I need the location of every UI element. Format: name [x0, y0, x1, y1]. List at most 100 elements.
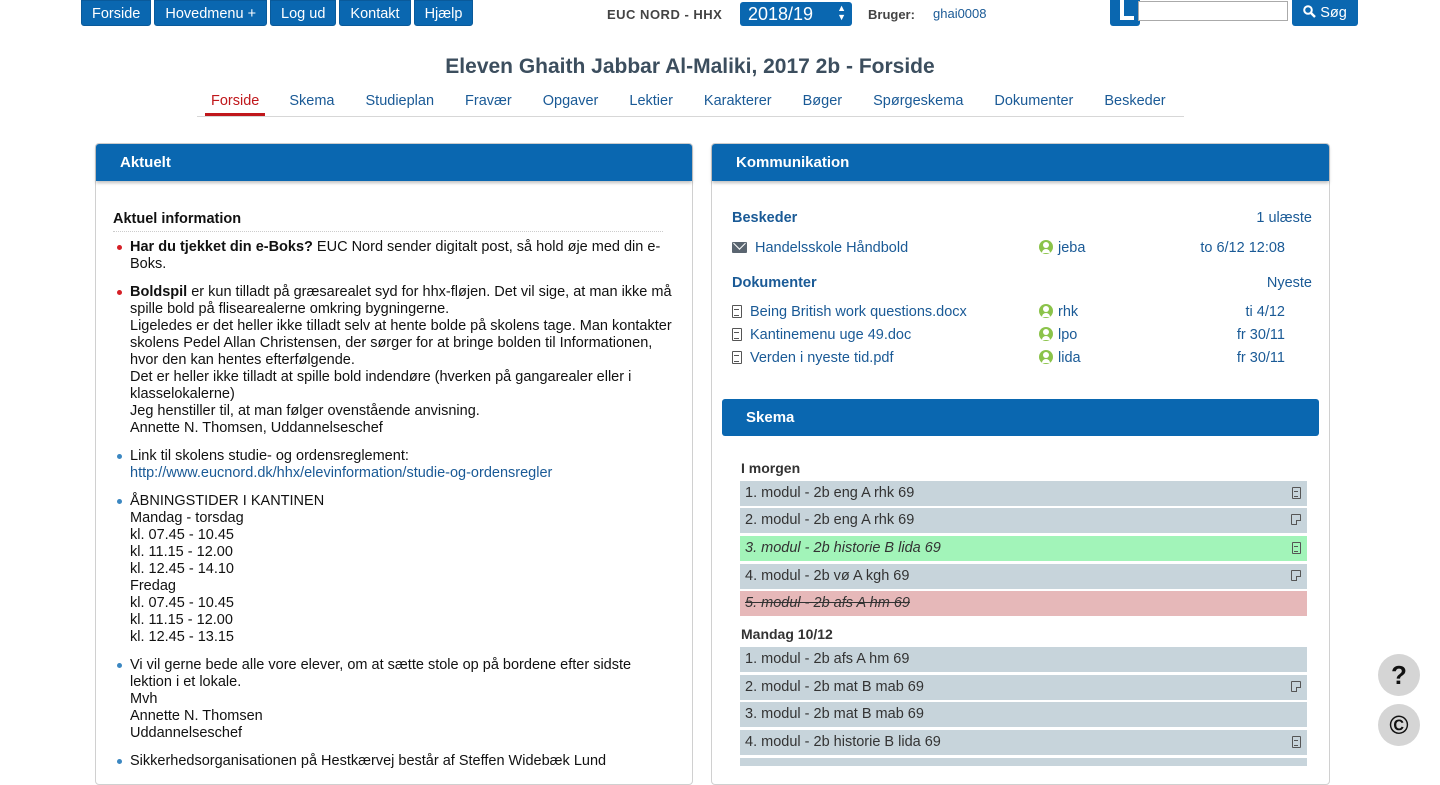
document-user: lida — [1039, 350, 1081, 366]
search-button-label: Søg — [1320, 5, 1347, 21]
aktuel-information-title: Aktuel information — [113, 211, 663, 232]
nav-hjaelp-button[interactable]: Hjælp — [413, 0, 474, 26]
tab-dokumenter[interactable]: Dokumenter — [994, 90, 1073, 116]
document-user-link[interactable]: rhk — [1058, 304, 1078, 320]
top-navigation: Forside Hovedmenu + Log ud Kontakt Hjælp — [81, 0, 474, 26]
user-label: Bruger: — [868, 7, 915, 22]
document-row: Verden i nyeste tid.pdf — [732, 350, 894, 366]
module-label: 4. modul - 2b vø A kgh 69 — [745, 568, 910, 584]
tab-karakterer[interactable]: Karakterer — [704, 90, 772, 116]
schedule-module[interactable]: 2. modul - 2b eng A rhk 69 — [740, 508, 1307, 533]
document-user-link[interactable]: lida — [1058, 350, 1081, 366]
newest-sort-link[interactable]: Nyeste — [1200, 275, 1312, 291]
person-icon — [1039, 304, 1053, 318]
search-input[interactable] — [1138, 1, 1288, 21]
module-label: 1. modul - 2b eng A rhk 69 — [745, 485, 915, 501]
tab-beskeder[interactable]: Beskeder — [1104, 90, 1165, 116]
tab-opgaver[interactable]: Opgaver — [543, 90, 599, 116]
tab-fravaer[interactable]: Fravær — [465, 90, 512, 116]
school-year-value: 2018/19 — [748, 4, 814, 24]
news-text: Ligeledes er det heller ikke tilladt sel… — [130, 318, 672, 368]
news-text: Annette N. Thomsen — [130, 708, 263, 724]
message-user-link[interactable]: jeba — [1058, 240, 1085, 256]
skema-header: Skema — [722, 399, 1319, 436]
unread-count-link[interactable]: 1 ulæste — [1200, 210, 1312, 226]
tab-lektier[interactable]: Lektier — [629, 90, 673, 116]
document-date: ti 4/12 — [1245, 304, 1286, 320]
school-year-select[interactable]: 2018/19 ▲ ▼ — [740, 2, 852, 26]
ordensreglement-link[interactable]: http://www.eucnord.dk/hhx/elevinformatio… — [130, 465, 552, 481]
bullet-icon — [117, 663, 122, 668]
tab-skema[interactable]: Skema — [289, 90, 334, 116]
news-item-kantine: ÅBNINGSTIDER I KANTINEN Mandag - torsdag… — [113, 493, 673, 646]
nav-forside-button[interactable]: Forside — [81, 0, 152, 26]
schedule-module-cancelled[interactable]: 5. modul - 2b afs A hm 69 — [740, 591, 1307, 616]
tab-boeger[interactable]: Bøger — [803, 90, 843, 116]
schedule-module[interactable]: 2. modul - 2b mat B mab 69 — [740, 675, 1307, 700]
magnifier-icon — [1303, 5, 1317, 18]
message-title-link[interactable]: Handelsskole Håndbold — [755, 240, 908, 256]
document-icon[interactable] — [1292, 487, 1301, 499]
document-link[interactable]: Verden i nyeste tid.pdf — [750, 350, 894, 366]
bullet-icon — [117, 245, 122, 250]
document-icon[interactable] — [1292, 542, 1301, 554]
module-label: 2. modul - 2b mat B mab 69 — [745, 679, 924, 695]
news-text: Fredag — [130, 578, 176, 594]
day-heading: Mandag 10/12 — [741, 626, 833, 642]
news-text: Annette N. Thomsen, Uddannelseschef — [130, 420, 383, 436]
note-icon[interactable] — [1291, 681, 1301, 692]
nav-hovedmenu-button[interactable]: Hovedmenu + — [154, 0, 268, 26]
search-button[interactable]: Søg — [1292, 0, 1358, 26]
note-icon[interactable] — [1291, 570, 1301, 581]
document-date: fr 30/11 — [1236, 350, 1285, 366]
note-icon[interactable] — [1291, 514, 1301, 525]
document-date: fr 30/11 — [1236, 327, 1285, 343]
schedule-module[interactable]: 3. modul - 2b mat B mab 69 — [740, 702, 1307, 727]
tab-forside[interactable]: Forside — [205, 90, 266, 116]
nav-kontakt-button[interactable]: Kontakt — [339, 0, 411, 26]
username-link[interactable]: ghai0008 — [933, 6, 987, 21]
message-date: to 6/12 12:08 — [1200, 240, 1285, 256]
news-text: Jeg henstiller til, at man følger ovenst… — [130, 403, 480, 419]
news-item-eboks: Har du tjekket din e-Boks? EUC Nord send… — [113, 239, 673, 273]
document-link[interactable]: Kantinemenu uge 49.doc — [750, 327, 911, 343]
news-text: Sikkerhedsorganisationen på Hestkærvej b… — [130, 753, 607, 769]
lectio-logo-icon[interactable] — [1110, 0, 1140, 26]
aktuelt-panel: Aktuelt Aktuel information Har du tjekke… — [95, 143, 693, 785]
document-user-link[interactable]: lpo — [1058, 327, 1077, 343]
news-text: Link til skolens studie- og ordensreglem… — [130, 448, 409, 464]
schedule-module-partial[interactable] — [740, 758, 1307, 766]
tab-studieplan[interactable]: Studieplan — [366, 90, 435, 116]
module-label: 3. modul - 2b historie B lida 69 — [745, 540, 941, 556]
schedule-module[interactable]: 1. modul - 2b eng A rhk 69 — [740, 481, 1307, 506]
news-list: Har du tjekket din e-Boks? EUC Nord send… — [113, 239, 673, 781]
schedule-module[interactable]: 1. modul - 2b afs A hm 69 — [740, 647, 1307, 672]
news-bold: Boldspil — [130, 284, 188, 300]
day-heading: I morgen — [741, 460, 801, 476]
copyright-button[interactable]: © — [1378, 704, 1420, 746]
news-text: kl. 12.45 - 13.15 — [130, 629, 234, 645]
schedule-module-changed[interactable]: 3. modul - 2b historie B lida 69 — [740, 536, 1307, 561]
news-text: kl. 11.15 - 12.00 — [130, 612, 233, 628]
beskeder-heading-link[interactable]: Beskeder — [732, 210, 797, 226]
dokumenter-heading-link[interactable]: Dokumenter — [732, 275, 817, 291]
bullet-icon — [117, 454, 122, 459]
news-text: er kun tilladt på græsarealet syd for hh… — [130, 284, 672, 317]
help-button[interactable]: ? — [1378, 654, 1420, 696]
person-icon — [1039, 350, 1053, 364]
schedule-module[interactable]: 4. modul - 2b vø A kgh 69 — [740, 564, 1307, 589]
page-title: Eleven Ghaith Jabbar Al-Maliki, 2017 2b … — [445, 55, 935, 78]
module-label: 4. modul - 2b historie B lida 69 — [745, 734, 941, 750]
news-text: Mandag - torsdag — [130, 510, 244, 526]
kommunikation-header: Kommunikation — [712, 144, 1329, 181]
nav-logud-button[interactable]: Log ud — [270, 0, 337, 26]
document-icon — [732, 305, 742, 318]
news-text: kl. 11.15 - 12.00 — [130, 544, 233, 560]
tab-spoergeskema[interactable]: Spørgeskema — [873, 90, 963, 116]
news-item-boldspil: Boldspil er kun tilladt på græsarealet s… — [113, 284, 673, 437]
schedule-module[interactable]: 4. modul - 2b historie B lida 69 — [740, 730, 1307, 755]
news-item-stole: Vi vil gerne bede alle vore elever, om a… — [113, 657, 673, 742]
document-link[interactable]: Being British work questions.docx — [750, 304, 967, 320]
document-icon[interactable] — [1292, 736, 1301, 748]
person-icon — [1039, 240, 1053, 254]
